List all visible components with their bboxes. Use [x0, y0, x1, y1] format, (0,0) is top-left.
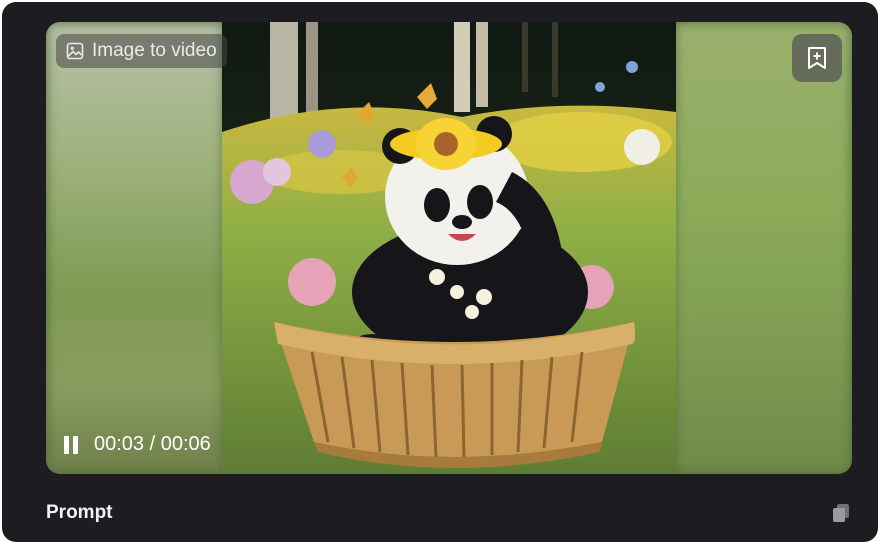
bookmark-add-button[interactable]: [792, 34, 842, 82]
badge-label: Image to video: [92, 40, 217, 61]
image-to-video-badge: Image to video: [56, 34, 227, 68]
current-time: 00:03: [94, 433, 145, 455]
time-readout: 00:03 / 00:06: [94, 433, 211, 456]
copy-icon[interactable]: [830, 502, 852, 524]
playback-controls: 00:03 / 00:06: [64, 433, 211, 456]
pause-icon[interactable]: [64, 435, 80, 454]
image-icon: [66, 42, 84, 60]
video-frame[interactable]: [222, 22, 676, 474]
duration: 00:06: [160, 433, 211, 455]
time-separator: /: [149, 433, 156, 455]
video-player[interactable]: Image to video 00:03 / 00:06: [46, 22, 852, 474]
panda-in-basket-illustration: [222, 22, 676, 474]
bookmark-add-icon: [808, 47, 826, 69]
blurred-backdrop-right: [674, 22, 852, 474]
prompt-heading: Prompt: [46, 502, 113, 523]
blurred-backdrop-left: [46, 22, 224, 474]
media-card: Image to video 00:03 / 00:06 Prompt: [2, 2, 878, 542]
